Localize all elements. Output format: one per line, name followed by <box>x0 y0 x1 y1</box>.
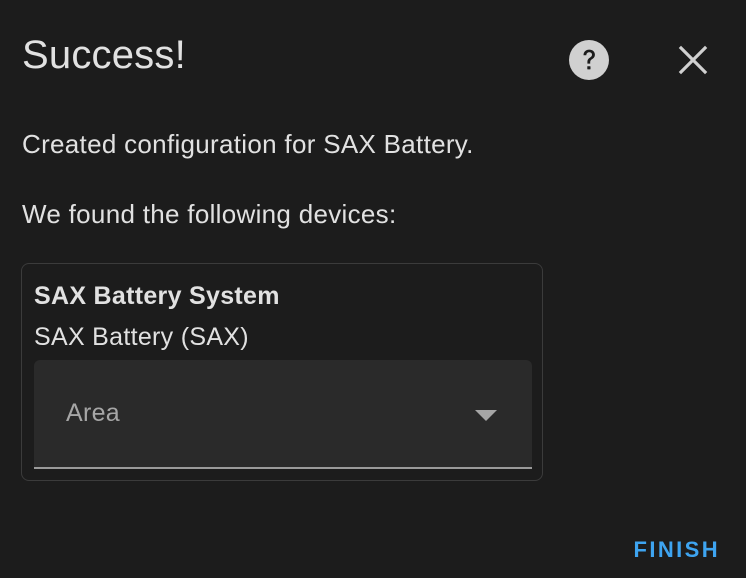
help-circle-icon <box>569 40 609 80</box>
finish-button[interactable]: FINISH <box>633 536 720 564</box>
chevron-down-icon[interactable] <box>475 410 497 421</box>
help-button[interactable] <box>569 40 609 80</box>
device-card: SAX Battery System SAX Battery (SAX) Are… <box>21 263 543 481</box>
area-select-label: Area <box>66 399 121 427</box>
created-message: Created configuration for SAX Battery. <box>22 129 474 159</box>
device-name: SAX Battery System <box>34 282 280 310</box>
dialog-title: Success! <box>22 33 186 77</box>
close-icon <box>678 45 708 75</box>
device-model: SAX Battery (SAX) <box>34 323 249 351</box>
config-flow-dialog: Success! Created configuration for SAX B… <box>0 0 746 578</box>
area-select[interactable]: Area <box>34 360 532 469</box>
close-button[interactable] <box>672 39 714 81</box>
found-devices-message: We found the following devices: <box>22 199 397 229</box>
